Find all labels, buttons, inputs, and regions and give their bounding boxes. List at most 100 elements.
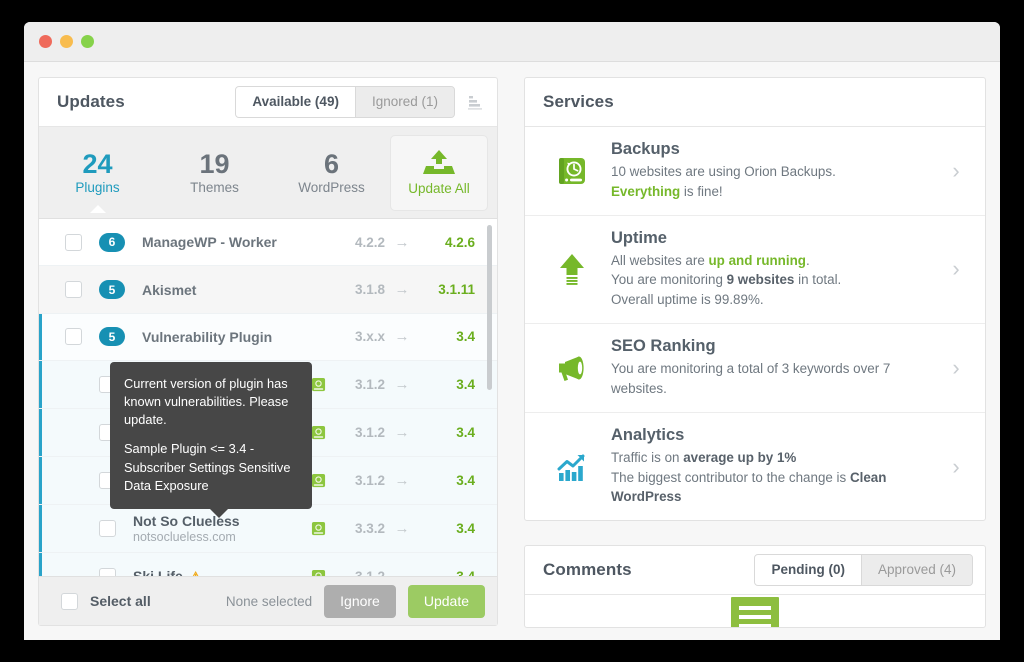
row-version-to: 3.4 <box>456 472 475 488</box>
tab-available[interactable]: Available (49) <box>236 87 355 117</box>
row-version-from: 3.1.2 <box>354 472 385 488</box>
count-plugins[interactable]: 24 Plugins <box>39 148 156 214</box>
select-all-label: Select all <box>90 593 151 609</box>
tab-approved[interactable]: Approved (4) <box>860 555 972 586</box>
row-name-col: Vulnerability Plugin <box>142 329 305 345</box>
sort-bars-icon[interactable] <box>465 92 485 112</box>
window-titlebar <box>24 22 1000 62</box>
analytics-chart-icon <box>549 447 595 487</box>
service-backups-body: Backups 10 websites are using Orion Back… <box>595 140 945 202</box>
update-all-button[interactable]: Update All <box>390 134 488 211</box>
service-item-analytics[interactable]: Analytics Traffic is on average up by 1%… <box>525 413 985 520</box>
row-version-from: 3.1.8 <box>354 282 385 298</box>
row-arrow-icon: → <box>394 281 410 299</box>
row-version-from: 3.3.2 <box>354 520 385 536</box>
window-close-button[interactable] <box>39 35 52 48</box>
app-window: Updates Available (49) Ignored (1) 24 Pl… <box>24 22 1000 640</box>
row-version-to: 3.4 <box>456 329 475 345</box>
comments-title: Comments <box>543 560 632 580</box>
service-item-uptime[interactable]: Uptime All websites are up and running. … <box>525 216 985 325</box>
comment-lines-icon <box>731 597 779 628</box>
tab-ignored[interactable]: Ignored (1) <box>354 87 454 117</box>
row-icon-col <box>305 569 331 576</box>
chevron-right-icon: › <box>952 453 960 479</box>
row-checkbox[interactable] <box>65 233 82 251</box>
window-maximize-button[interactable] <box>81 35 94 48</box>
row-version-from: 4.2.2 <box>354 234 385 250</box>
upload-tray-icon <box>423 150 455 174</box>
row-version-to: 3.1.11 <box>438 282 475 298</box>
backup-badge-icon <box>311 521 325 535</box>
row-name: Akismet <box>142 281 197 298</box>
row-checkbox[interactable] <box>99 519 116 537</box>
table-row[interactable]: 5 Akismet 3.1.8 → 3.1.11 <box>39 266 497 314</box>
select-all-checkbox[interactable] <box>61 592 78 610</box>
row-arrow-icon: → <box>385 568 419 576</box>
table-row[interactable]: Ski Life ⚠ 3.1.2 → 3.4 <box>39 552 497 576</box>
comments-panel: Comments Pending (0) Approved (4) <box>524 545 986 629</box>
right-column: Services Backups 10 websites are using O… <box>524 77 986 629</box>
updates-counts-strip: 24 Plugins 19 Themes 6 WordPress Update … <box>39 127 497 219</box>
row-version-from: 3.1.2 <box>354 424 385 440</box>
row-name: Vulnerability Plugin <box>142 328 273 345</box>
service-uptime-body: Uptime All websites are up and running. … <box>595 229 945 310</box>
chevron-right-icon: › <box>952 157 960 183</box>
row-checkbox[interactable] <box>65 328 82 346</box>
table-row[interactable]: 6 ManageWP - Worker 4.2.2 → 4.2.6 <box>39 219 497 267</box>
row-arrow-icon: → <box>394 471 410 489</box>
row-arrow-icon: → <box>394 328 410 346</box>
updates-filter-tabs: Available (49) Ignored (1) <box>235 86 455 118</box>
row-version-from: 3.1.2 <box>331 569 385 576</box>
services-panel: Services Backups 10 websites are using O… <box>524 77 986 522</box>
chevron-right-icon: › <box>952 256 960 282</box>
count-wordpress-label: WordPress <box>298 180 365 196</box>
row-name: Ski Life <box>133 568 183 576</box>
ignore-button[interactable]: Ignore <box>324 584 396 618</box>
warning-triangle-icon: ⚠ <box>190 570 202 576</box>
tooltip-paragraph-2: Sample Plugin <= 3.4 - Subscriber Settin… <box>124 441 291 493</box>
comments-header: Comments Pending (0) Approved (4) <box>525 546 985 596</box>
service-title: SEO Ranking <box>611 337 716 356</box>
megaphone-icon <box>549 348 595 388</box>
row-version-from: 3.x.x <box>354 329 385 345</box>
count-wordpress[interactable]: 6 WordPress <box>273 149 390 196</box>
row-arrow-icon: → <box>394 233 410 251</box>
service-item-backups[interactable]: Backups 10 websites are using Orion Back… <box>525 127 985 216</box>
service-line: All websites are up and running. <box>611 252 810 268</box>
row-name-col: ManageWP - Worker <box>142 234 305 250</box>
backup-badge-icon <box>311 377 325 391</box>
row-version-to: 3.4 <box>456 520 475 536</box>
window-minimize-button[interactable] <box>60 35 73 48</box>
count-plugins-label: Plugins <box>75 180 120 196</box>
updates-header-controls: Available (49) Ignored (1) <box>235 86 485 118</box>
service-line: Everything is fine! <box>611 183 723 199</box>
count-plugins-number: 24 <box>82 148 113 179</box>
services-header: Services <box>525 78 985 127</box>
count-themes[interactable]: 19 Themes <box>156 149 273 195</box>
table-row[interactable]: 5 Vulnerability Plugin 3.x.x → 3.4 <box>39 313 497 362</box>
service-line: Overall uptime is 99.89%. <box>611 292 764 308</box>
vulnerability-tooltip: Current version of plugin has known vuln… <box>110 362 312 518</box>
list-scrollbar[interactable] <box>487 225 492 390</box>
update-button[interactable]: Update <box>407 584 485 618</box>
table-row[interactable]: Not So Clueless notsoclueless.com 3.3.2 <box>39 504 497 553</box>
updates-header: Updates Available (49) Ignored (1) <box>39 78 497 127</box>
row-name-col: Akismet <box>142 282 305 298</box>
row-arrow-icon: → <box>394 519 410 537</box>
row-checkbox[interactable] <box>65 281 82 299</box>
service-line: 10 websites are using Orion Backups. <box>611 164 836 179</box>
backup-badge-icon <box>311 569 325 576</box>
service-seo-body: SEO Ranking You are monitoring a total o… <box>595 337 945 399</box>
row-checkbox[interactable] <box>99 567 116 576</box>
row-version-to: 3.4 <box>456 376 475 392</box>
row-arrow-icon: → <box>394 423 410 441</box>
tab-pending[interactable]: Pending (0) <box>755 555 861 586</box>
backup-drive-icon <box>549 151 595 191</box>
row-icon-col <box>305 521 331 536</box>
row-arrow-icon: → <box>394 375 410 393</box>
row-count-badge: 6 <box>99 232 125 252</box>
row-version-to: 3.4 <box>456 424 475 440</box>
services-title: Services <box>543 92 614 111</box>
service-line: You are monitoring 9 websites in total. <box>611 272 842 288</box>
service-item-seo-ranking[interactable]: SEO Ranking You are monitoring a total o… <box>525 324 985 413</box>
